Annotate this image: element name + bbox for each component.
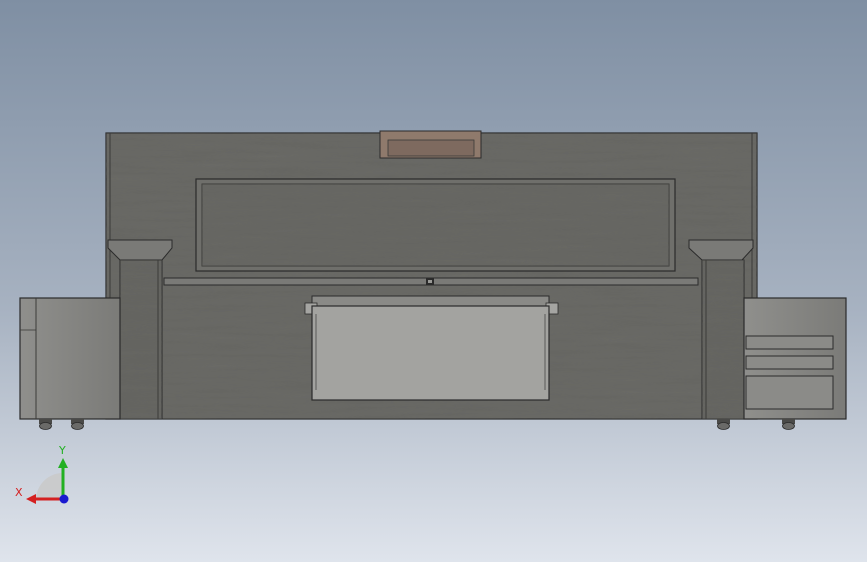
- left-side-unit: [19, 297, 121, 420]
- axis-triad: Y X: [15, 444, 69, 504]
- triad-plane-wedge: [36, 473, 63, 500]
- casters: [39, 419, 795, 430]
- top-handle: [379, 130, 482, 159]
- x-axis-label: X: [15, 486, 23, 499]
- horizontal-rail: [163, 277, 699, 286]
- center-tray: [304, 295, 559, 401]
- x-axis-arrow-icon: [26, 494, 36, 504]
- y-axis-arrow-icon: [58, 458, 68, 468]
- y-axis-label: Y: [58, 444, 66, 457]
- right-side-unit: [743, 297, 847, 420]
- cad-model-front-view[interactable]: [0, 0, 867, 562]
- graphics-viewport[interactable]: Y X: [0, 0, 867, 562]
- upper-panel: [195, 178, 676, 272]
- z-axis-dot-icon: [59, 494, 69, 504]
